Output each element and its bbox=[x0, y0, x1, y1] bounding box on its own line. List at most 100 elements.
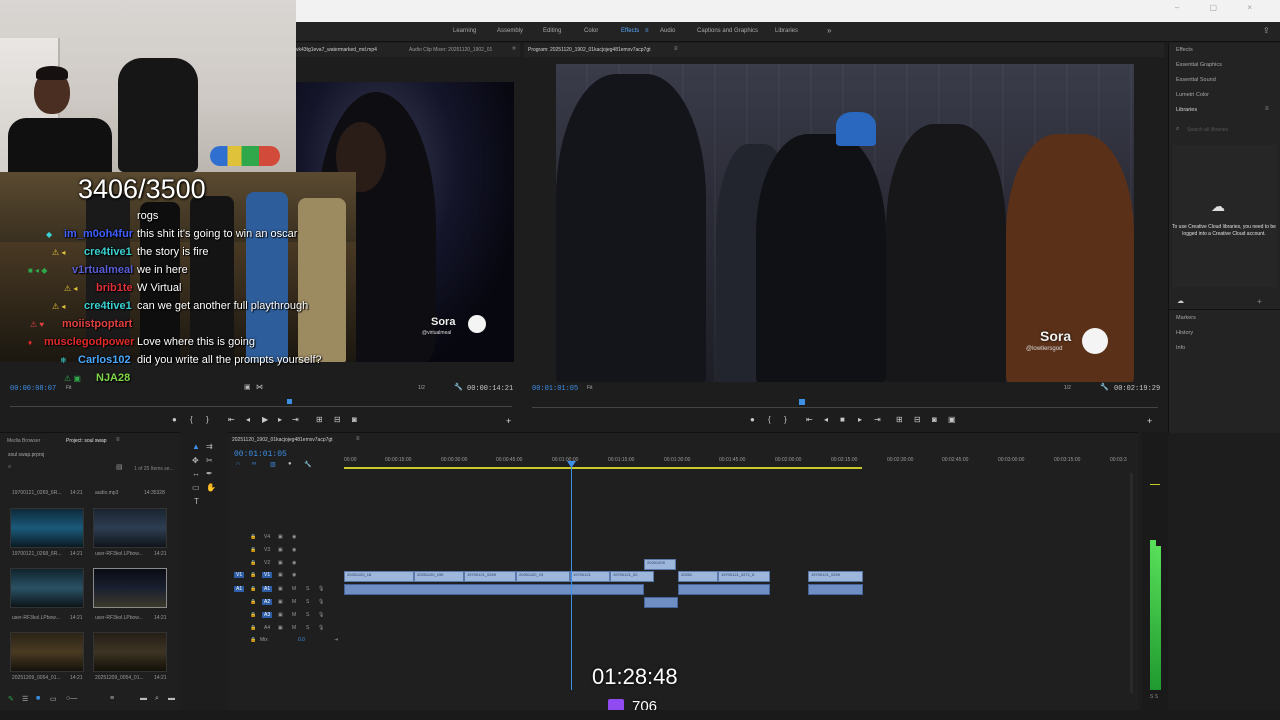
workspace-learning[interactable]: Learning bbox=[453, 28, 476, 34]
sync-lock-icon[interactable]: ▣ bbox=[278, 612, 283, 618]
thumbnail-selected[interactable] bbox=[93, 568, 167, 608]
ripple-edit-tool-icon[interactable]: ✥ bbox=[192, 456, 199, 465]
clip-v1[interactable]: 20251 bbox=[678, 571, 718, 582]
go-to-out-icon[interactable]: ⇥ bbox=[292, 415, 299, 424]
source-resolution[interactable]: 1/2 bbox=[418, 385, 425, 391]
workspace-audio[interactable]: Audio bbox=[660, 28, 675, 34]
rectangle-tool-icon[interactable]: ▭ bbox=[192, 483, 200, 492]
add-marker-icon[interactable]: ● bbox=[288, 461, 292, 467]
solo-button[interactable]: S bbox=[306, 625, 309, 631]
clip-v1[interactable]: 19700121_0269 bbox=[464, 571, 516, 582]
share-icon[interactable]: ⇪ bbox=[1263, 26, 1270, 35]
panel-info[interactable]: Info bbox=[1176, 345, 1185, 351]
thumbnail[interactable] bbox=[10, 568, 84, 608]
linked-selection-icon[interactable]: ∞ bbox=[252, 461, 256, 467]
clip-v1[interactable]: 19700121 bbox=[570, 571, 610, 582]
pen-tool-icon[interactable]: ✒ bbox=[206, 469, 213, 478]
thumbnail[interactable] bbox=[93, 632, 167, 672]
workspace-captions[interactable]: Captions and Graphics bbox=[697, 28, 758, 34]
source-patch-v1[interactable]: V1 bbox=[234, 572, 245, 578]
thumbnail[interactable] bbox=[10, 508, 84, 548]
clip-v1[interactable]: 19700121_0271_6 bbox=[718, 571, 770, 582]
sync-lock-icon[interactable]: ▣ bbox=[278, 534, 283, 540]
source-scrubber[interactable] bbox=[10, 406, 512, 407]
snap-icon[interactable]: ∩ bbox=[236, 461, 240, 467]
program-timecode[interactable]: 00:01:01:05 bbox=[532, 385, 578, 393]
window-controls[interactable]: – ▢ × bbox=[1175, 3, 1266, 12]
project-menu-icon[interactable]: ≡ bbox=[116, 437, 120, 443]
mark-in-icon[interactable]: { bbox=[768, 415, 771, 424]
mix-value[interactable]: 0.0 bbox=[298, 637, 305, 643]
panel-history[interactable]: History bbox=[1176, 330, 1193, 336]
list-view-icon[interactable]: ☰ bbox=[22, 695, 28, 703]
solo-button[interactable]: S bbox=[306, 612, 309, 618]
tab-project[interactable]: Project: soul swap bbox=[66, 438, 107, 444]
lock-icon[interactable]: 🔒 bbox=[250, 534, 256, 540]
lock-icon[interactable]: 🔒 bbox=[250, 612, 256, 618]
mark-out-icon[interactable]: } bbox=[206, 415, 209, 424]
lock-icon[interactable]: 🔒 bbox=[250, 586, 256, 592]
clip-a1[interactable] bbox=[808, 584, 863, 595]
libraries-search-input[interactable]: Search all libraries bbox=[1187, 127, 1228, 133]
thumbnail[interactable] bbox=[10, 632, 84, 672]
voiceover-mic-icon[interactable]: 🎙 bbox=[318, 599, 324, 605]
lock-icon[interactable]: 🔒 bbox=[250, 560, 256, 566]
program-resolution[interactable]: 1/2 bbox=[1064, 385, 1071, 391]
panel-libraries[interactable]: Libraries bbox=[1176, 107, 1197, 113]
insert-icon[interactable]: ⊞ bbox=[316, 415, 323, 424]
add-marker-icon[interactable]: ● bbox=[750, 415, 755, 424]
sync-lock-icon[interactable]: ▣ bbox=[278, 599, 283, 605]
sequence-menu-icon[interactable]: ≡ bbox=[356, 436, 360, 442]
go-to-in-icon[interactable]: ⇤ bbox=[228, 415, 235, 424]
clip-v1[interactable]: 19700121_0259 bbox=[808, 571, 863, 582]
play-icon[interactable]: ▶ bbox=[262, 415, 268, 424]
razor-tool-icon[interactable]: ✂ bbox=[206, 456, 213, 465]
clip-v1[interactable]: 20251120_18 bbox=[344, 571, 414, 582]
eye-icon[interactable]: ◉ bbox=[292, 534, 296, 540]
workspace-libraries[interactable]: Libraries bbox=[775, 28, 798, 34]
timeline-settings-icon[interactable]: 🔧 bbox=[304, 461, 311, 468]
add-marker-icon[interactable]: ● bbox=[172, 415, 177, 424]
cloud-sync-icon[interactable]: ☁ bbox=[1177, 297, 1184, 305]
lift-icon[interactable]: ⊞ bbox=[896, 415, 903, 424]
libraries-menu-icon[interactable]: ≡ bbox=[1265, 106, 1269, 112]
tab-audio-clip-mixer[interactable]: Audio Clip Mixer: 20251120_1902_01 bbox=[409, 47, 492, 53]
go-to-in-icon[interactable]: ⇤ bbox=[806, 415, 813, 424]
icon-view-icon[interactable]: ■ bbox=[36, 695, 40, 702]
go-to-out-icon[interactable]: ⇥ bbox=[874, 415, 881, 424]
clip-a1[interactable] bbox=[344, 584, 644, 595]
program-fit-dropdown[interactable]: Fit bbox=[587, 385, 593, 391]
sync-lock-icon[interactable]: ▣ bbox=[278, 547, 283, 553]
zoom-slider[interactable]: ○— bbox=[66, 695, 77, 702]
sync-lock-icon[interactable]: ▣ bbox=[278, 625, 283, 631]
workspace-assembly[interactable]: Assembly bbox=[497, 28, 523, 34]
overwrite-icon[interactable]: ⊟ bbox=[334, 415, 341, 424]
thumbnail[interactable] bbox=[93, 508, 167, 548]
step-back-icon[interactable]: ◂ bbox=[824, 415, 828, 424]
lock-icon[interactable]: 🔒 bbox=[250, 599, 256, 605]
solo-button[interactable]: S bbox=[306, 599, 309, 605]
tabs-overflow-icon[interactable]: » bbox=[512, 45, 516, 52]
lock-icon[interactable]: 🔒 bbox=[250, 637, 256, 643]
program-wrench-icon[interactable]: 🔧 bbox=[1100, 383, 1109, 391]
panel-lumetri-color[interactable]: Lumetri Color bbox=[1176, 92, 1209, 98]
freeform-view-icon[interactable]: ▭ bbox=[50, 695, 57, 703]
panel-essential-graphics[interactable]: Essential Graphics bbox=[1176, 62, 1222, 68]
stop-icon[interactable]: ■ bbox=[840, 415, 845, 424]
mix-end-icon[interactable]: ⇥ bbox=[334, 637, 338, 643]
sequence-tab[interactable]: 20251120_1902_01kacjojeg481emxv7acp7gt bbox=[232, 437, 333, 443]
new-item-icon[interactable]: ▬ bbox=[168, 695, 175, 702]
timeline-playhead[interactable] bbox=[571, 462, 572, 690]
solo-button[interactable]: S bbox=[306, 586, 309, 592]
selection-tool-icon[interactable]: ▲ bbox=[192, 442, 200, 451]
track-select-tool-icon[interactable]: ⇉ bbox=[206, 442, 213, 451]
workspace-effects[interactable]: Effects bbox=[621, 28, 639, 34]
sync-lock-icon[interactable]: ▣ bbox=[278, 560, 283, 566]
tab-media-browser[interactable]: Media Browser bbox=[7, 438, 40, 444]
mark-in-icon[interactable]: { bbox=[190, 415, 193, 424]
workspace-editing[interactable]: Editing bbox=[543, 28, 561, 34]
sort-icon[interactable]: ≡ bbox=[110, 695, 114, 702]
lock-icon[interactable]: 🔒 bbox=[250, 547, 256, 553]
timeline-timecode[interactable]: 00:01:01:05 bbox=[234, 450, 287, 459]
mark-out-icon[interactable]: } bbox=[784, 415, 787, 424]
